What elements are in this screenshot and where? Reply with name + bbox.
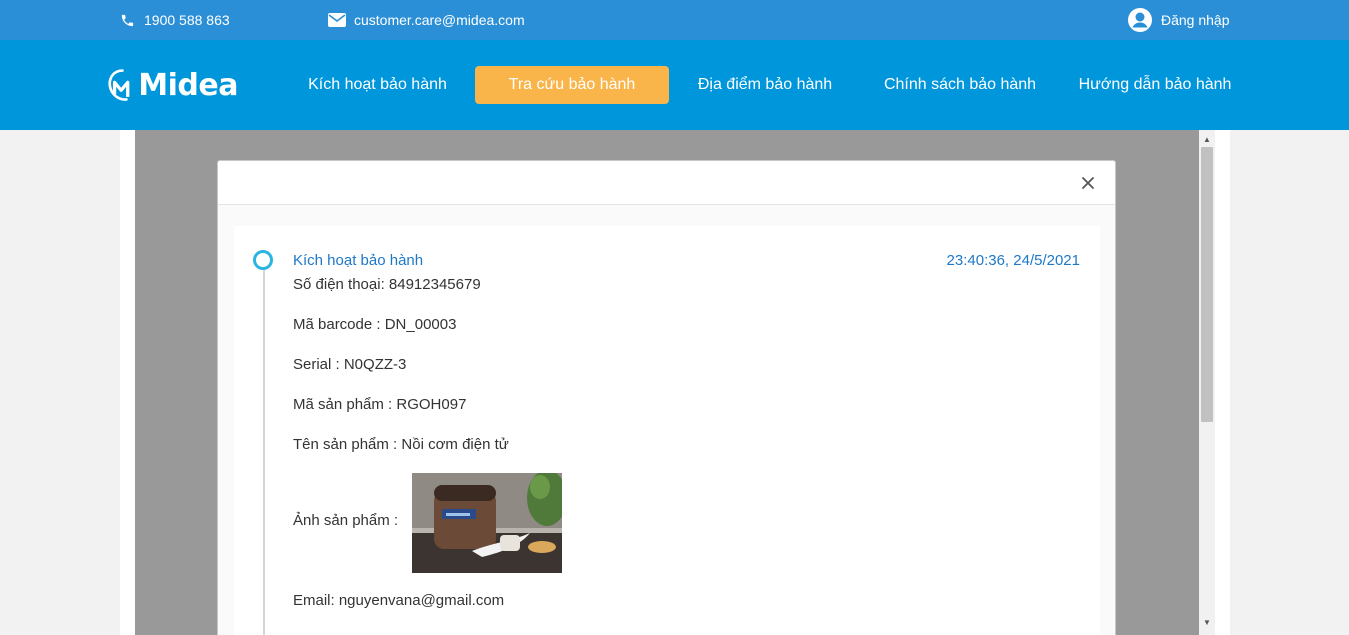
nav-warranty-locations[interactable]: Địa điểm bảo hành: [690, 66, 840, 104]
phone-field: Số điện thoại: 84912345679: [293, 276, 481, 293]
product-name-field: Tên sản phẩm : Nồi cơm điện tử: [293, 436, 509, 453]
user-avatar-icon: [1127, 7, 1153, 33]
timeline-line: [263, 260, 265, 635]
hotline[interactable]: 1900 588 863: [118, 0, 230, 40]
event-timestamp: 23:40:36, 24/5/2021: [946, 252, 1080, 269]
product-image[interactable]: [412, 473, 562, 573]
nav-warranty-lookup[interactable]: Tra cứu bảo hành: [475, 66, 669, 104]
phone-icon: [118, 11, 136, 29]
close-button[interactable]: [1079, 174, 1097, 192]
envelope-icon: [328, 11, 346, 29]
scroll-up-arrow-icon[interactable]: ▲: [1199, 132, 1215, 146]
midea-logo-swirl-icon: [108, 69, 130, 101]
barcode-field: Mã barcode : DN_00003: [293, 316, 457, 333]
serial-field: Serial : N0QZZ-3: [293, 356, 407, 373]
close-icon: [1082, 177, 1094, 189]
page-scrollbar[interactable]: ▲ ▼: [1199, 130, 1215, 635]
modal-header: [218, 161, 1115, 205]
login-label: Đăng nhập: [1161, 12, 1230, 28]
nav-warranty-policy[interactable]: Chính sách bảo hành: [876, 66, 1044, 104]
nav-warranty-guide[interactable]: Hướng dẫn bảo hành: [1070, 66, 1240, 104]
nav-warranty-activation[interactable]: Kích hoạt bảo hành: [300, 66, 455, 104]
product-image-label: Ảnh sản phẩm :: [293, 512, 399, 529]
timeline-dot: [253, 250, 273, 270]
logo-wordmark: Midea: [138, 67, 238, 103]
login-link[interactable]: Đăng nhập: [1127, 0, 1230, 40]
scroll-down-arrow-icon[interactable]: ▼: [1199, 615, 1215, 629]
midea-logo[interactable]: Midea: [108, 59, 238, 111]
hotline-number: 1900 588 863: [144, 12, 230, 28]
support-email-text: customer.care@midea.com: [354, 12, 525, 28]
email-field: Email: nguyenvana@gmail.com: [293, 592, 505, 609]
main-navigation: Midea Kích hoạt bảo hành Tra cứu bảo hàn…: [0, 40, 1349, 130]
product-code-field: Mã sản phẩm : RGOH097: [293, 396, 467, 413]
top-contact-bar: 1900 588 863 customer.care@midea.com Đăn…: [0, 0, 1349, 40]
support-email[interactable]: customer.care@midea.com: [328, 0, 525, 40]
timeline-card: Kích hoạt bảo hành 23:40:36, 24/5/2021 S…: [234, 226, 1100, 635]
event-title: Kích hoạt bảo hành: [293, 252, 424, 269]
scrollbar-thumb[interactable]: [1201, 147, 1213, 422]
